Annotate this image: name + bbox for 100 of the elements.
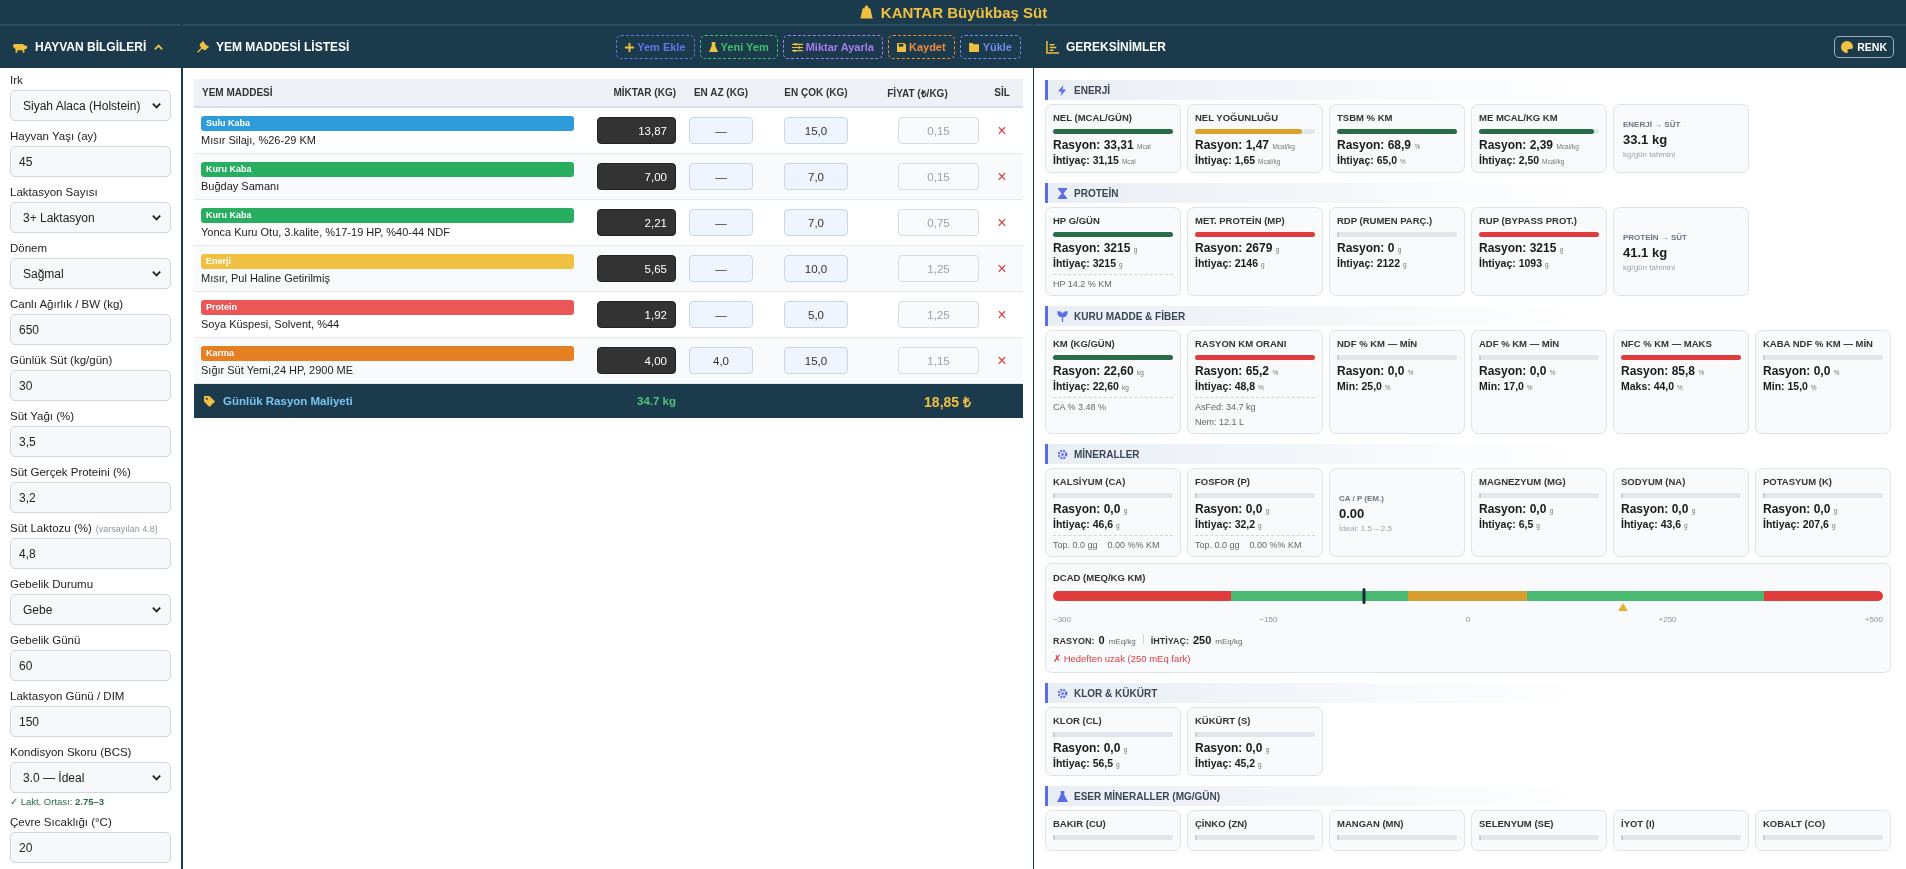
field-hint: (varsayılan 4.8) bbox=[95, 524, 158, 534]
status-message: ✗ Hedeften uzak (250 mEq fark) bbox=[1053, 653, 1192, 664]
metric-title: MAGNEZYUM (MG) bbox=[1479, 476, 1567, 487]
section-title: KLOR & KÜKÜRT bbox=[1074, 687, 1158, 699]
field-label: Çevre Sıcaklığı (°C) bbox=[10, 816, 112, 828]
color-button[interactable]: RENK bbox=[1834, 36, 1894, 58]
delete-button[interactable]: × bbox=[997, 167, 1007, 186]
category-tag: Protein bbox=[201, 299, 574, 315]
need-label: İHTİYAÇ: bbox=[1150, 636, 1189, 646]
summary-subtitle: kg/gün tahmini bbox=[1623, 262, 1677, 272]
toolbar-button[interactable]: Yeni Yem bbox=[699, 35, 778, 59]
ration-label: RASYON: bbox=[1053, 636, 1095, 646]
delete-button[interactable]: × bbox=[997, 121, 1007, 140]
min-field[interactable]: — bbox=[689, 301, 753, 328]
app-title: KANTAR Büyükbaş Süt bbox=[858, 3, 1048, 21]
metric-title: ÇİNKO (ZN) bbox=[1195, 818, 1249, 829]
amount-field[interactable]: 13,87 bbox=[597, 117, 676, 144]
feed-name: Soya Küspesi, Solvent, %44 bbox=[201, 317, 341, 330]
delete-button[interactable]: × bbox=[997, 305, 1007, 324]
input-field[interactable]: 3,5 bbox=[10, 426, 171, 457]
input-field[interactable]: 150 bbox=[10, 706, 171, 737]
metric-title: HP G/GÜN bbox=[1053, 215, 1101, 226]
chevron-down-icon bbox=[151, 604, 162, 615]
field-label: Gebelik Günü bbox=[10, 634, 81, 646]
min-field[interactable]: — bbox=[689, 117, 753, 144]
section-title: KURU MADDE & FİBER bbox=[1074, 310, 1186, 322]
max-field[interactable]: 15,0 bbox=[784, 117, 848, 144]
max-field[interactable]: 7,0 bbox=[784, 163, 848, 190]
category-tag: Kuru Kaba bbox=[201, 207, 574, 223]
input-field[interactable]: 60 bbox=[10, 650, 171, 681]
metric-title: NDF % KM — MİN bbox=[1337, 338, 1419, 349]
toolbar-button[interactable]: Kaydet bbox=[887, 35, 955, 59]
summary-value: 41.1 kg bbox=[1623, 244, 1669, 260]
feed-name: Mısır Silajı, %26-29 KM bbox=[201, 133, 317, 146]
input-field[interactable]: 4,8 bbox=[10, 538, 171, 569]
max-field[interactable]: 5,0 bbox=[784, 301, 848, 328]
input-field[interactable]: 650 bbox=[10, 314, 171, 345]
summary-value: 33.1 kg bbox=[1623, 131, 1669, 147]
total-weight: 34.7 kg bbox=[636, 395, 676, 407]
metric-title: MET. PROTEİN (MP) bbox=[1195, 215, 1286, 226]
max-field[interactable]: 15,0 bbox=[784, 347, 848, 374]
summary-subtitle: kg/gün tahmini bbox=[1623, 149, 1677, 159]
metric-title: KM (KG/GÜN) bbox=[1053, 338, 1116, 349]
metric-title: RASYON KM ORANI bbox=[1195, 338, 1288, 349]
field-label: Hayvan Yaşı (ay) bbox=[10, 130, 98, 142]
min-field[interactable]: — bbox=[689, 255, 753, 282]
max-field[interactable]: 10,0 bbox=[784, 255, 848, 282]
min-field[interactable]: — bbox=[689, 163, 753, 190]
column-header: YEM MADDESİ bbox=[201, 87, 274, 98]
summary-title: CA / P (EM.) bbox=[1339, 493, 1385, 503]
max-field[interactable]: 7,0 bbox=[784, 209, 848, 236]
metric-title: KOBALT (CO) bbox=[1763, 818, 1827, 829]
unit-label: mEq/kg bbox=[1108, 637, 1136, 646]
input-field[interactable]: 3,2 bbox=[10, 482, 171, 513]
metric-title: ME MCAL/KG KM bbox=[1479, 112, 1559, 123]
field-label: Süt Laktozu (%) bbox=[10, 522, 92, 534]
folder-icon bbox=[968, 42, 980, 52]
amount-field[interactable]: 7,00 bbox=[597, 163, 676, 190]
section-title: MİNERALLER bbox=[1074, 448, 1140, 460]
dropdown-select[interactable]: 3.0 — İdeal bbox=[10, 762, 171, 793]
feed-name: Yonca Kuru Otu, 3.kalite, %17-19 HP, %40-44 NDF bbox=[201, 225, 451, 238]
bar-chart-icon bbox=[1046, 40, 1059, 54]
min-field[interactable]: — bbox=[689, 209, 753, 236]
category-tag: Sulu Kaba bbox=[201, 115, 574, 131]
field-label: Gebelik Durumu bbox=[10, 578, 94, 590]
field-label: Dönem bbox=[10, 242, 48, 254]
flask-icon bbox=[708, 41, 718, 53]
chevron-up-icon[interactable] bbox=[153, 41, 165, 53]
delete-button[interactable]: × bbox=[997, 351, 1007, 370]
field-label: Süt Yağı (%) bbox=[10, 410, 75, 422]
input-field[interactable]: 30 bbox=[10, 370, 171, 401]
dropdown-select[interactable]: Sağmal bbox=[10, 258, 171, 289]
chevron-down-icon bbox=[151, 212, 162, 223]
field-label: Kondisyon Skoru (BCS) bbox=[10, 746, 132, 758]
dropdown-select[interactable]: Siyah Alaca (Holstein) bbox=[10, 90, 171, 121]
min-field[interactable]: 4,0 bbox=[689, 347, 753, 374]
toolbar-button[interactable]: Yükle bbox=[959, 35, 1021, 59]
amount-field[interactable]: 5,65 bbox=[597, 255, 676, 282]
total-cost: 18,85 ₺ bbox=[923, 392, 972, 411]
delete-button[interactable]: × bbox=[997, 213, 1007, 232]
save-icon bbox=[896, 42, 906, 52]
metric-title: SODYUM (NA) bbox=[1621, 476, 1687, 487]
card-note: HP 14.2 % KM bbox=[1053, 279, 1113, 289]
delete-button[interactable]: × bbox=[997, 259, 1007, 278]
input-field[interactable]: 20 bbox=[10, 832, 171, 863]
scale-tick-label: +500 bbox=[1864, 615, 1883, 624]
dropdown-select[interactable]: Gebe bbox=[10, 594, 171, 625]
panel-title: GEREKSİNİMLER bbox=[1066, 40, 1166, 54]
input-field[interactable]: 45 bbox=[10, 146, 171, 177]
amount-field[interactable]: 1,92 bbox=[597, 301, 676, 328]
metric-title: RDP (RUMEN PARÇ.) bbox=[1337, 215, 1434, 226]
dropdown-select[interactable]: 3+ Laktasyon bbox=[10, 202, 171, 233]
category-tag: Karma bbox=[201, 345, 574, 361]
amount-field[interactable]: 4,00 bbox=[597, 347, 676, 374]
weight-icon bbox=[858, 4, 874, 20]
amount-field[interactable]: 2,21 bbox=[597, 209, 676, 236]
metric-title: KALSİYUM (CA) bbox=[1053, 476, 1127, 487]
category-tag: Kuru Kaba bbox=[201, 161, 574, 177]
toolbar-button[interactable]: Miktar Ayarla bbox=[782, 35, 883, 59]
column-header: EN AZ (KG) bbox=[692, 87, 750, 98]
